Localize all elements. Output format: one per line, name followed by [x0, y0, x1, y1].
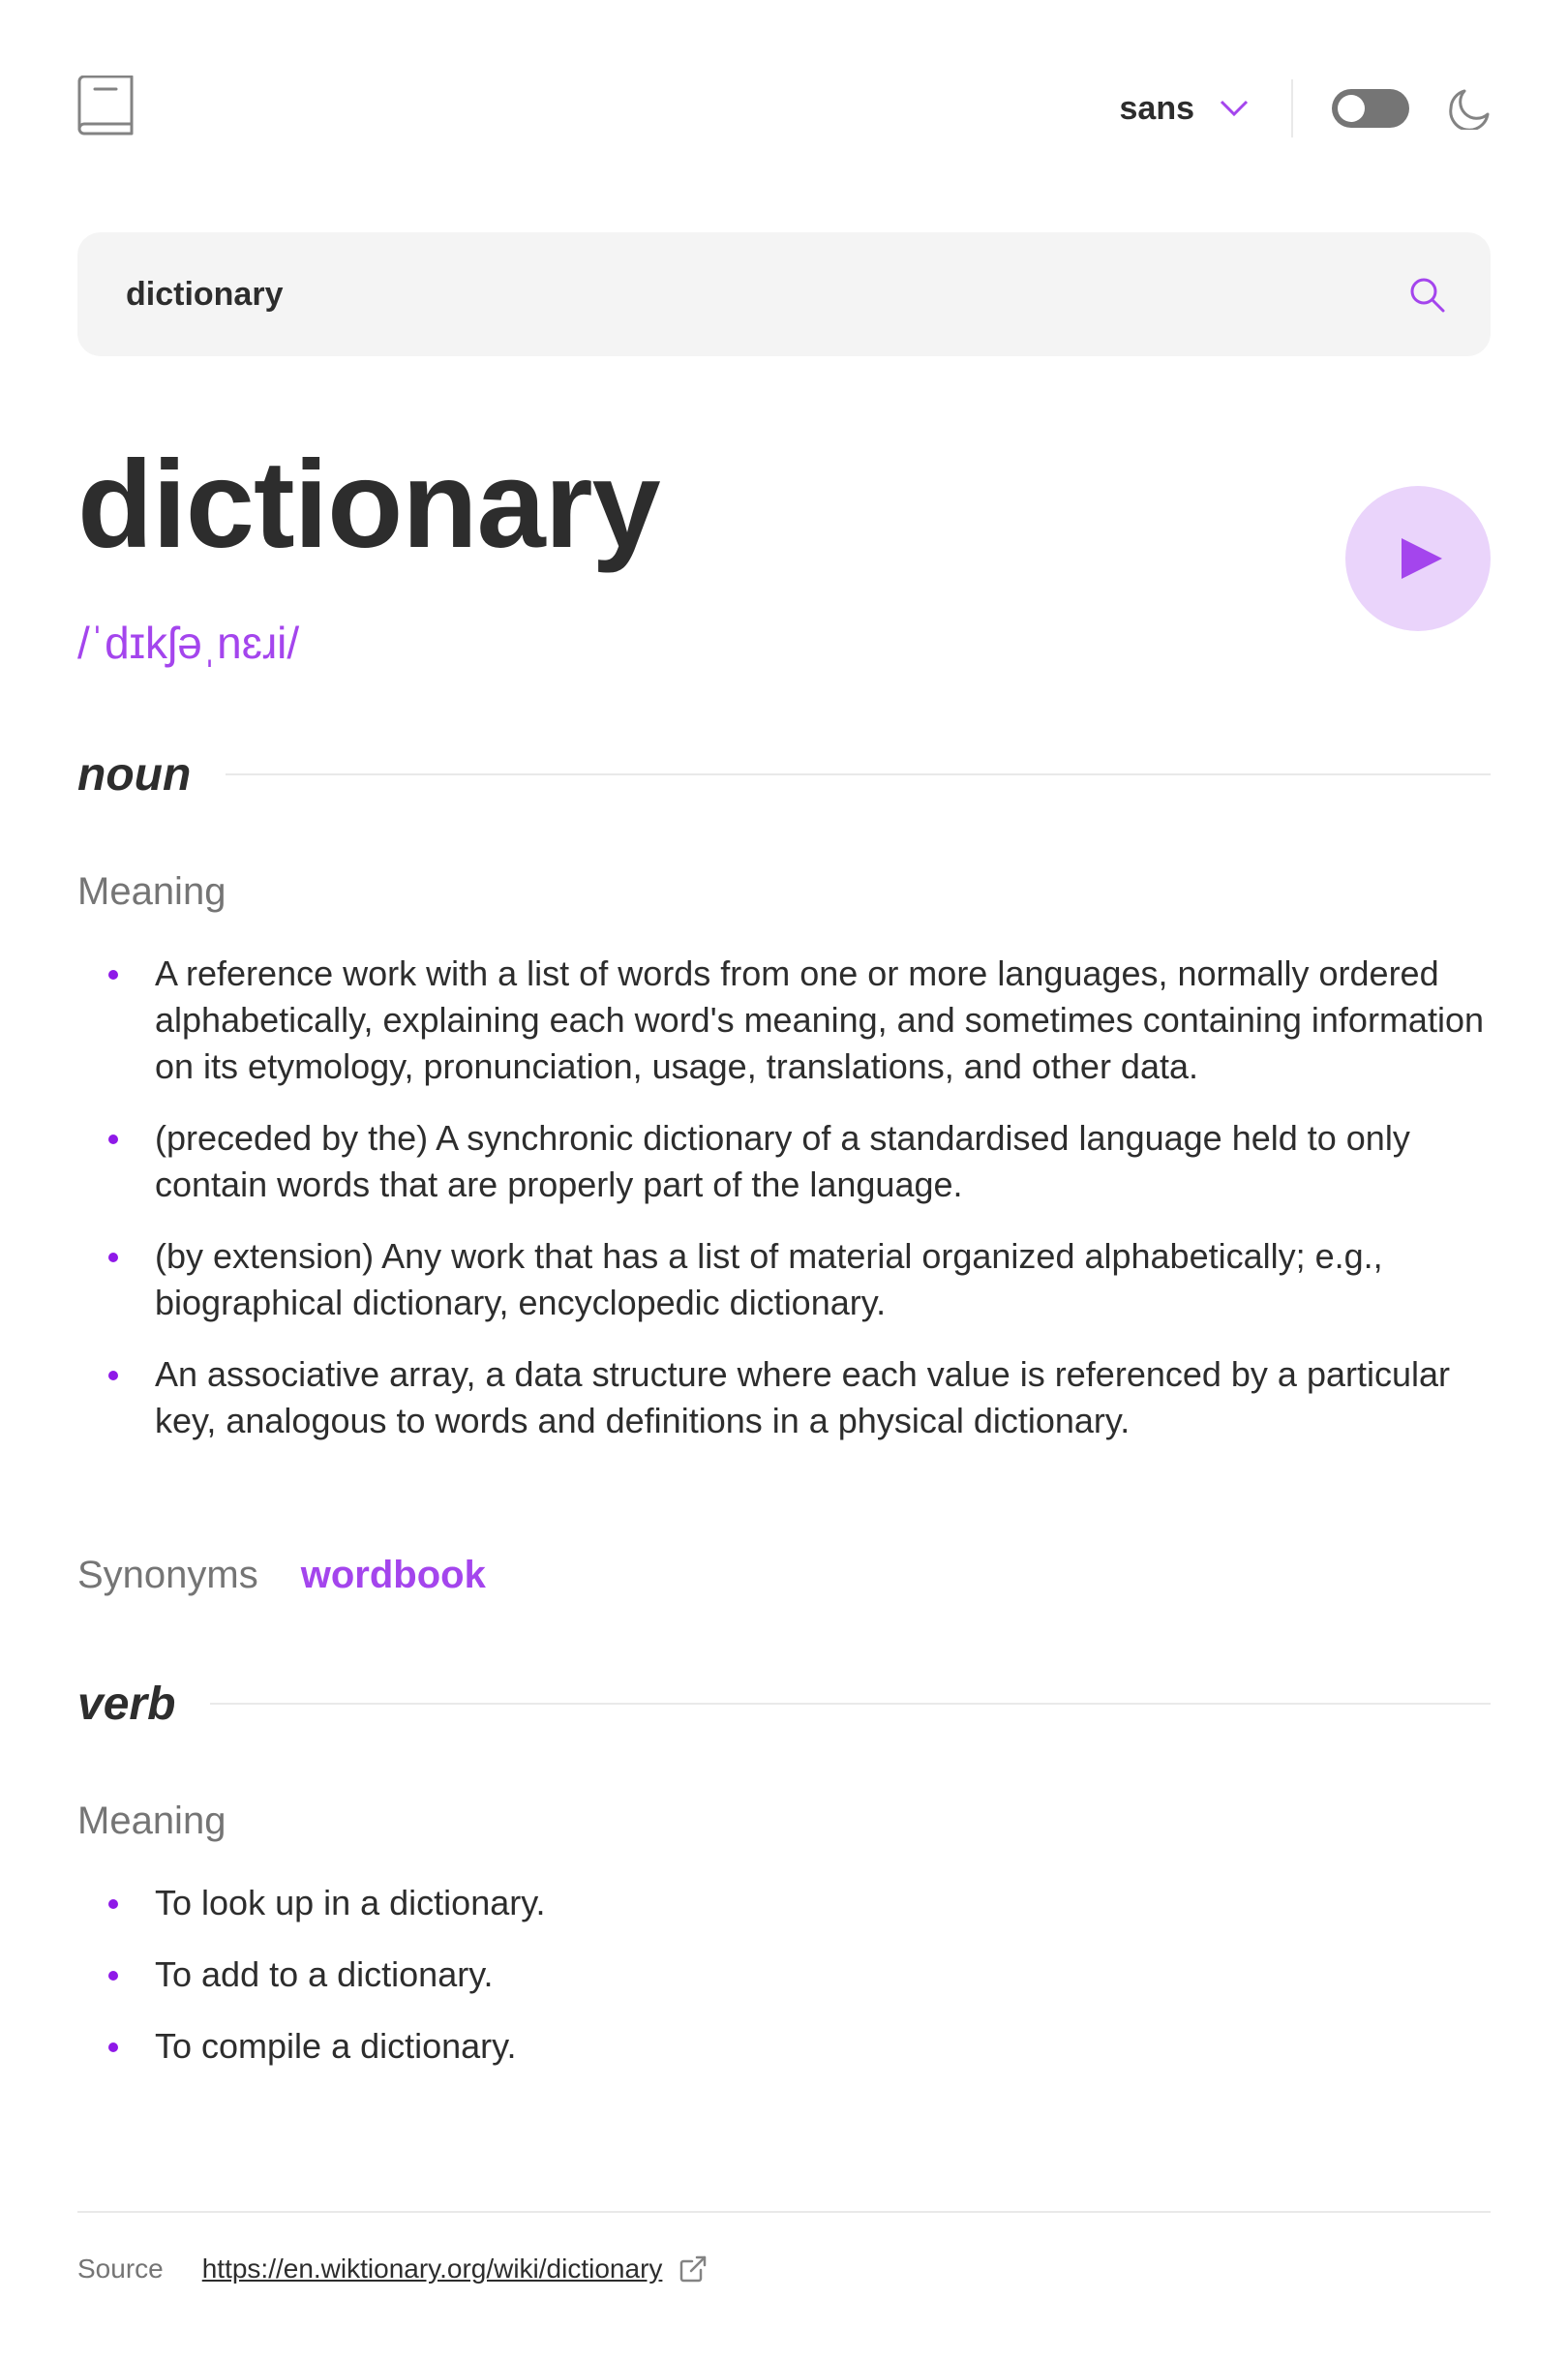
- bullet-icon: [108, 1135, 118, 1144]
- search-bar: [77, 232, 1491, 356]
- list-item: (preceded by the) A synchronic dictionar…: [77, 1115, 1491, 1208]
- bullet-icon: [108, 2042, 118, 2052]
- synonyms-row: Synonyms wordbook: [77, 1551, 486, 1599]
- header-divider: [1291, 79, 1293, 137]
- search-input[interactable]: [126, 232, 1384, 356]
- bullet-icon: [108, 1253, 118, 1262]
- part-of-speech-label: noun: [77, 748, 192, 801]
- font-family-select[interactable]: sans: [1120, 90, 1250, 128]
- definition-text: To look up in a dictionary.: [155, 1883, 546, 1922]
- meaning-label: Meaning: [77, 1800, 226, 1842]
- definition-text: A reference work with a list of words fr…: [155, 953, 1484, 1086]
- bullet-icon: [108, 970, 118, 980]
- noun-definition-list: A reference work with a list of words fr…: [77, 951, 1491, 1469]
- toggle-knob: [1338, 95, 1365, 122]
- definition-text: (preceded by the) A synchronic dictionar…: [155, 1118, 1410, 1204]
- book-icon[interactable]: [77, 76, 134, 137]
- bullet-icon: [108, 1971, 118, 1981]
- section-divider: [210, 1703, 1491, 1705]
- source-link[interactable]: https://en.wiktionary.org/wiki/dictionar…: [202, 2254, 663, 2284]
- external-link-icon[interactable]: [679, 2255, 707, 2283]
- list-item: To look up in a dictionary.: [77, 1880, 1491, 1926]
- word-title: dictionary: [77, 436, 661, 574]
- list-item: A reference work with a list of words fr…: [77, 951, 1491, 1090]
- definition-text: To add to a dictionary.: [155, 1954, 494, 1994]
- moon-icon: [1449, 89, 1490, 130]
- font-select-label: sans: [1119, 89, 1195, 127]
- verb-definition-list: To look up in a dictionary. To add to a …: [77, 1880, 1491, 2095]
- bullet-icon: [108, 1371, 118, 1380]
- search-icon[interactable]: [1407, 275, 1446, 314]
- section-divider: [226, 773, 1491, 775]
- definition-text: To compile a dictionary.: [155, 2026, 517, 2066]
- footer-divider: [77, 2211, 1491, 2213]
- chevron-down-icon: [1220, 100, 1249, 117]
- bullet-icon: [108, 1899, 118, 1909]
- list-item: To compile a dictionary.: [77, 2023, 1491, 2070]
- definition-text: An associative array, a data structure w…: [155, 1354, 1451, 1440]
- meaning-label: Meaning: [77, 870, 226, 913]
- pos-heading-verb: verb: [77, 1675, 1491, 1733]
- theme-toggle[interactable]: [1332, 89, 1409, 128]
- footer: Source https://en.wiktionary.org/wiki/di…: [77, 2250, 707, 2288]
- pos-heading-noun: noun: [77, 745, 1491, 803]
- play-audio-button[interactable]: [1345, 486, 1491, 631]
- source-label: Source: [77, 2254, 164, 2284]
- definition-text: (by extension) Any work that has a list …: [155, 1236, 1383, 1322]
- play-icon: [1402, 538, 1442, 579]
- list-item: An associative array, a data structure w…: [77, 1351, 1491, 1444]
- list-item: To add to a dictionary.: [77, 1952, 1491, 1998]
- dictionary-page: sans dictionary dictionary /ˈdɪkʃəˌnɛɹi/…: [0, 0, 1568, 2360]
- synonym-link[interactable]: wordbook: [301, 1554, 486, 1597]
- synonyms-label: Synonyms: [77, 1553, 258, 1596]
- phonetic-text: /ˈdɪkʃəˌnɛɹi/: [77, 618, 300, 668]
- header: sans: [77, 74, 1491, 143]
- list-item: (by extension) Any work that has a list …: [77, 1233, 1491, 1326]
- header-controls: sans: [1120, 74, 1492, 143]
- part-of-speech-label: verb: [77, 1678, 176, 1730]
